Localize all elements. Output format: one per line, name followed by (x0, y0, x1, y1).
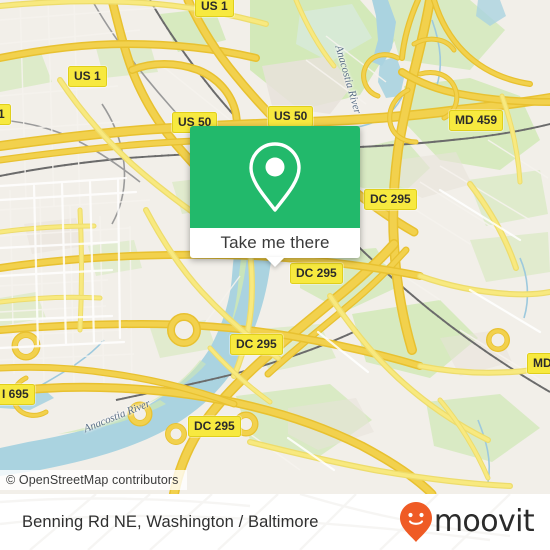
road-shield-1[interactable]: 1 (0, 104, 11, 125)
popup-action-bar[interactable]: Take me there (190, 228, 360, 267)
footer-bar: Benning Rd NE, Washington / Baltimore mo… (0, 494, 550, 550)
road-shield-us-1[interactable]: US 1 (68, 66, 107, 87)
road-shield-md-459[interactable]: MD 459 (449, 110, 504, 131)
road-shield-us-50[interactable]: US 50 (268, 106, 314, 127)
map-attribution[interactable]: © OpenStreetMap contributors (0, 470, 187, 490)
moovit-pin-smiley-icon (399, 502, 432, 542)
moovit-brand[interactable]: moovit (399, 501, 535, 543)
road-shield-md[interactable]: MD (527, 353, 550, 374)
map-screenshot: .wtr{fill:#aad3e0;} .prk{fill:#cfe8b4;} … (0, 0, 550, 550)
road-shield-us-1[interactable]: US 1 (195, 0, 234, 17)
road-shield-dc-295[interactable]: DC 295 (188, 416, 241, 437)
popup-pointer-tail (265, 257, 285, 267)
road-shield-i-695[interactable]: I 695 (0, 384, 35, 405)
location-title: Benning Rd NE, Washington / Baltimore (22, 512, 319, 531)
map-pin-icon (249, 142, 301, 212)
moovit-wordmark: moovit (433, 504, 535, 539)
take-me-there-popup[interactable]: Take me there (190, 126, 360, 267)
take-me-there-label: Take me there (220, 233, 330, 252)
road-shield-dc-295[interactable]: DC 295 (290, 263, 343, 284)
road-shield-dc-295[interactable]: DC 295 (230, 334, 283, 355)
road-shield-dc-295[interactable]: DC 295 (364, 189, 417, 210)
popup-image-area (190, 126, 360, 228)
